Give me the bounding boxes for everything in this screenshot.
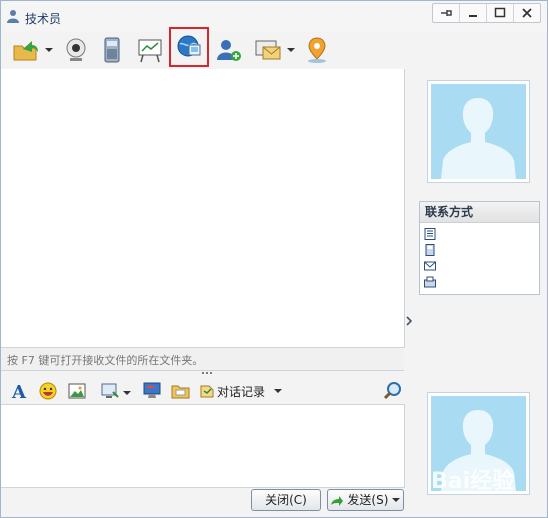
format-toolbar: A 对话记录 [1,376,404,404]
action-buttons: 关闭(C) 发送(S) [1,487,404,515]
remote-assist-button[interactable] [169,27,209,67]
person-silhouette-icon [441,98,516,179]
user-icon [7,10,19,23]
history-icon [200,385,214,398]
collapse-panel-icon[interactable] [404,315,414,327]
phone-button[interactable] [97,35,127,65]
send-options-button[interactable] [389,489,404,511]
video-button[interactable] [61,35,91,65]
close-window-button[interactable] [514,4,540,22]
location-icon [308,37,326,63]
title-bar: 技术员 [1,1,547,31]
emoji-button[interactable] [37,380,59,402]
image-button[interactable] [66,380,88,402]
send-arrow-icon [330,495,343,506]
chat-history-button[interactable]: 对话记录 [199,382,283,400]
chat-window: 技术员 按 F7 键可打开接收文件的所在文件夹。 A 对话记录 关闭(C) 发送… [0,0,548,518]
minimize-icon [469,15,477,17]
file-hint-text: 按 F7 键可打开接收文件的所在文件夹。 [7,354,204,367]
folder-icon [171,385,190,399]
mail-icon [255,40,281,60]
chat-history-label: 对话记录 [217,384,266,399]
screenshot-icon [101,383,119,398]
close-button[interactable]: 关闭(C) [251,489,321,511]
file-hint-bar: 按 F7 键可打开接收文件的所在文件夹。 [1,348,404,371]
close-icon [522,8,532,18]
screenshot-dropdown-icon[interactable] [122,388,132,398]
screen-share-button[interactable] [141,380,163,402]
remote-assist-icon [177,35,201,57]
window-title: 技术员 [25,12,62,26]
splitter-handle-icon[interactable] [201,371,213,375]
search-button[interactable] [382,380,404,402]
mail-button[interactable] [253,35,283,65]
font-button[interactable]: A [9,380,31,403]
mail-dropdown-icon[interactable] [286,45,296,55]
search-icon [383,382,401,400]
add-contact-icon [217,40,241,61]
minimize-button[interactable] [460,4,487,22]
screenshot-button[interactable] [99,380,121,402]
pin-button[interactable] [433,4,460,22]
location-button[interactable] [302,35,332,65]
card-icon [424,228,436,240]
fax-icon [424,276,436,288]
smiley-icon [39,382,57,400]
folder-button[interactable] [170,380,192,402]
toolbar [1,27,547,69]
send-file-button[interactable] [11,35,41,65]
send-options-dropdown-icon [392,498,400,502]
font-icon: A [11,382,27,403]
message-input[interactable] [1,404,405,488]
history-dropdown-icon[interactable] [273,386,283,396]
close-button-label: 关闭(C) [265,493,307,507]
whiteboard-button[interactable] [135,35,165,65]
send-button[interactable]: 发送(S) [327,489,391,511]
add-contact-button[interactable] [214,35,244,65]
email-icon [424,261,436,271]
phone-icon [104,37,120,63]
maximize-button[interactable] [487,4,514,22]
contact-avatar [427,80,530,183]
send-file-icon [13,41,38,61]
contact-info-header: 联系方式 [420,202,539,223]
maximize-icon [494,7,506,18]
whiteboard-icon [138,39,162,63]
send-file-dropdown-icon[interactable] [44,45,54,55]
window-controls [432,3,541,23]
send-button-label: 发送(S) [347,493,389,507]
contact-info-panel: 联系方式 [419,201,540,295]
image-icon [68,383,86,399]
monitor-icon [143,382,161,398]
message-history-area[interactable] [1,69,405,348]
mobile-icon [425,244,435,256]
svg-text:A: A [11,382,27,402]
pin-icon [441,10,452,16]
watermark: Bai经验 [431,469,515,494]
video-icon [66,38,86,61]
